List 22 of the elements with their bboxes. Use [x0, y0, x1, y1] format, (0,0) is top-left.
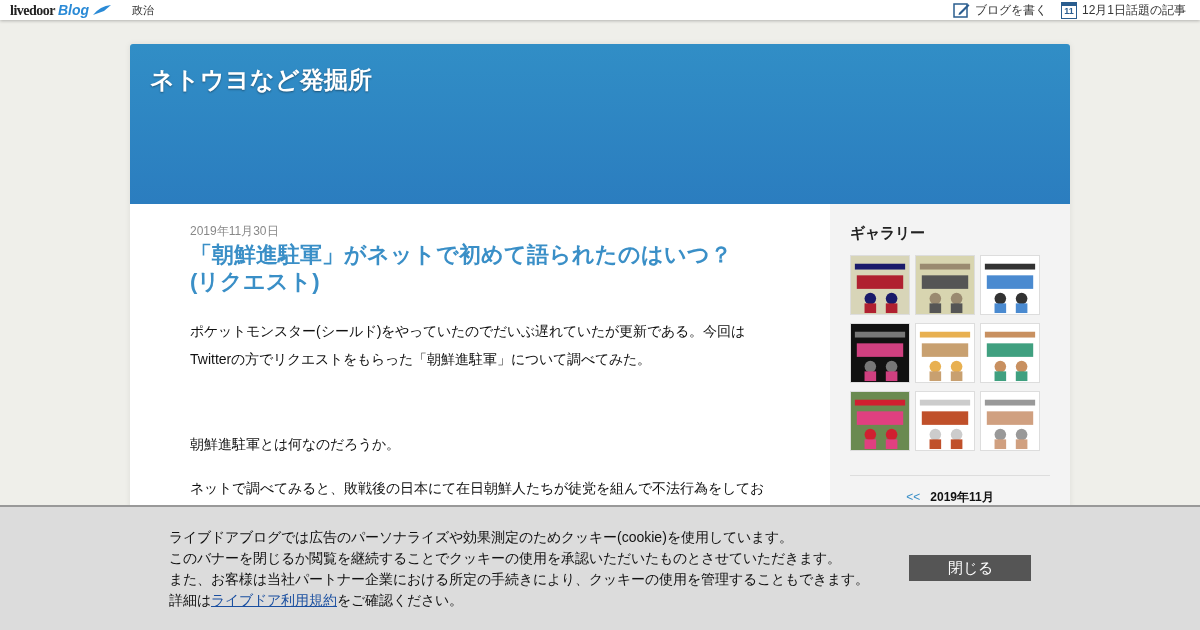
terms-link[interactable]: ライブドア利用規約	[211, 590, 337, 611]
body-paragraph: 朝鮮進駐軍とは何なのだろうか。	[190, 435, 401, 454]
body-paragraph: ネットで調べてみると、敗戦後の日本にて在日朝鮮人たちが徒党を組んで不法行為をしてお	[190, 479, 765, 498]
body-paragraph: ポケットモンスター(シールド)をやっていたのでだいぶ遅れていたが更新である。今回はTwitterの方でリクエストをもらった「朝鮮進駐軍」について調べてみた。	[190, 322, 747, 369]
top-link[interactable]: 12月1日話題の記事	[1081, 1, 1186, 19]
article-title[interactable]: 「朝鮮進駐軍」がネットで初めて語られたのはいつ？(リクエスト)	[190, 241, 740, 295]
feather-icon	[92, 4, 113, 16]
post-date: 2019年11月30日	[190, 223, 280, 240]
top-link[interactable]: ブログを書く	[974, 1, 1047, 19]
logo-text[interactable]: Blog	[58, 0, 90, 21]
close-button[interactable]: 閉じる	[909, 555, 1031, 581]
notice-text: このバナーを閉じるか閲覧を継続することでクッキーの使用を承認いただいたものとさせていただきます。	[169, 549, 842, 568]
logo-text[interactable]: livedoor	[10, 0, 55, 21]
notice-text: 詳細は	[169, 591, 211, 610]
calendar-icon: 11	[1060, 1, 1077, 19]
category-link[interactable]: 政治	[132, 1, 155, 19]
gallery-heading: ギャラリー	[850, 223, 926, 243]
calendar-month: 2019年11月	[930, 488, 994, 506]
notice-text: をご確認ください。	[337, 591, 463, 610]
notice-text: また、お客様は当社パートナー企業における所定の手続きにより、クッキーの使用を管理することもできます。	[169, 570, 869, 589]
notice-text: ライブドアブログでは広告のパーソナライズや効果測定のためクッキー(cookie)を使用しています。	[169, 528, 794, 547]
blog-title[interactable]: ネトウヨなど発掘所	[150, 62, 372, 98]
